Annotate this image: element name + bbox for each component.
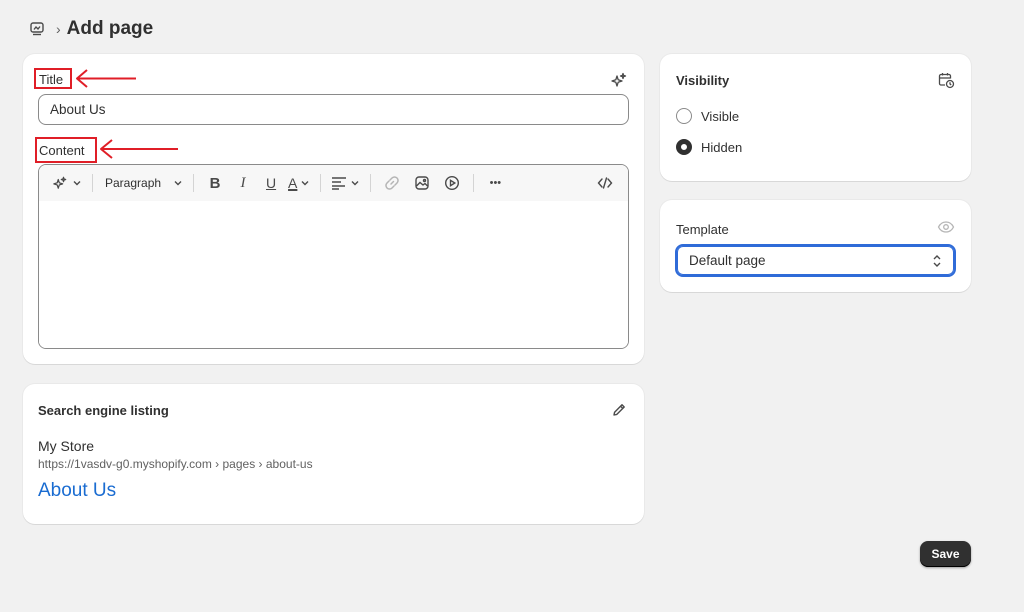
template-select[interactable]: Default page bbox=[675, 244, 956, 277]
template-heading: Template bbox=[676, 222, 729, 237]
toolbar-divider bbox=[370, 174, 372, 192]
title-input[interactable] bbox=[38, 94, 629, 125]
pages-icon[interactable] bbox=[28, 20, 46, 38]
seo-store-name: My Store bbox=[38, 438, 95, 454]
template-select-value: Default page bbox=[689, 253, 766, 268]
save-button[interactable]: Save bbox=[920, 541, 971, 567]
calendar-clock-icon[interactable] bbox=[937, 71, 955, 89]
paragraph-format-select[interactable]: Paragraph bbox=[105, 171, 183, 195]
content-editor: Paragraph B I U A ••• bbox=[38, 164, 629, 349]
more-options-button[interactable]: ••• bbox=[484, 171, 506, 195]
insert-image-button[interactable] bbox=[411, 171, 433, 195]
magic-sparkle-icon[interactable] bbox=[611, 72, 627, 88]
chevron-down-icon bbox=[301, 181, 309, 186]
toolbar-divider bbox=[92, 174, 93, 192]
toolbar-divider bbox=[473, 174, 475, 192]
align-button[interactable] bbox=[331, 171, 360, 195]
more-options-label: ••• bbox=[489, 177, 502, 189]
editor-toolbar: Paragraph B I U A ••• bbox=[39, 165, 628, 201]
chevron-down-icon bbox=[351, 181, 359, 186]
title-annotation-arrow-icon bbox=[76, 69, 136, 88]
text-color-button[interactable]: A bbox=[288, 171, 310, 195]
template-card: Template Default page bbox=[660, 200, 971, 292]
seo-page-title-link[interactable]: About Us bbox=[38, 480, 116, 502]
show-html-button[interactable] bbox=[594, 171, 616, 195]
eye-icon[interactable] bbox=[937, 219, 955, 235]
align-left-icon bbox=[332, 177, 347, 190]
visibility-card: Visibility Visible Hidden bbox=[660, 54, 971, 181]
magic-sparkle-icon bbox=[53, 176, 67, 189]
bold-button[interactable]: B bbox=[204, 171, 226, 195]
visibility-heading: Visibility bbox=[676, 73, 730, 88]
underline-button[interactable]: U bbox=[260, 171, 282, 195]
search-engine-listing-heading: Search engine listing bbox=[38, 403, 169, 418]
code-icon bbox=[597, 177, 613, 189]
search-engine-listing-card: Search engine listing My Store https://1… bbox=[23, 384, 644, 524]
link-button[interactable] bbox=[381, 171, 403, 195]
chevron-down-icon bbox=[174, 181, 182, 186]
content-annotation-arrow-icon bbox=[100, 139, 178, 159]
breadcrumb-separator: › bbox=[56, 21, 61, 37]
paragraph-format-label: Paragraph bbox=[105, 176, 162, 190]
seo-url: https://1vasdv-g0.myshopify.com › pages … bbox=[38, 457, 313, 471]
breadcrumb: › Add page bbox=[28, 16, 153, 42]
page-title: Add page bbox=[66, 18, 154, 39]
image-icon bbox=[415, 176, 430, 190]
ai-generate-button[interactable] bbox=[53, 171, 82, 195]
play-circle-icon bbox=[445, 175, 460, 191]
visible-radio[interactable] bbox=[676, 108, 692, 124]
visibility-option-hidden[interactable]: Hidden bbox=[676, 139, 742, 155]
hidden-radio-label: Hidden bbox=[701, 139, 743, 155]
toolbar-divider bbox=[320, 174, 322, 192]
text-color-label: A bbox=[288, 175, 298, 191]
content-editor-body[interactable] bbox=[39, 201, 628, 348]
italic-button[interactable]: I bbox=[232, 171, 254, 195]
visible-radio-label: Visible bbox=[701, 108, 740, 124]
title-annotation-box bbox=[34, 68, 72, 89]
chevron-up-down-icon bbox=[933, 255, 941, 267]
link-icon bbox=[385, 176, 400, 190]
visibility-option-visible[interactable]: Visible bbox=[676, 108, 739, 124]
pencil-icon[interactable] bbox=[611, 402, 627, 418]
hidden-radio[interactable] bbox=[676, 139, 692, 155]
toolbar-divider bbox=[193, 174, 195, 192]
chevron-down-icon bbox=[73, 181, 81, 186]
insert-video-button[interactable] bbox=[441, 171, 463, 195]
content-annotation-box bbox=[35, 137, 97, 163]
page-details-card: Title Content Paragraph B I U bbox=[23, 54, 644, 364]
